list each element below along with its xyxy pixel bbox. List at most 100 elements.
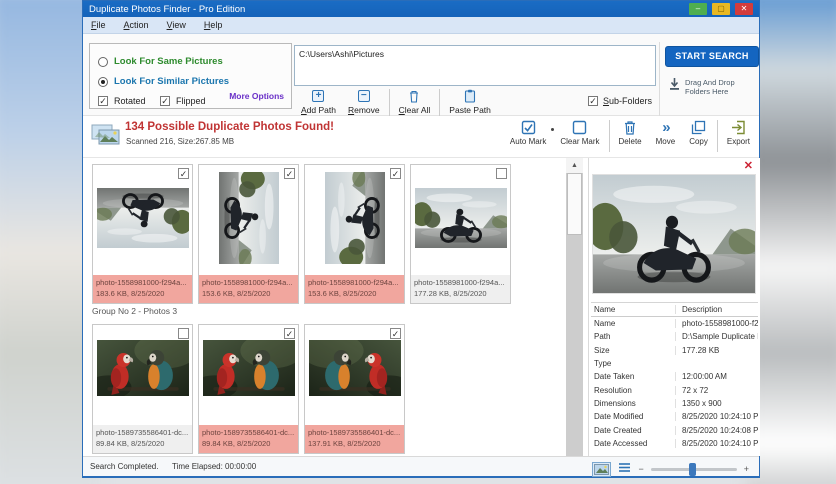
photo-checkbox[interactable] [284,168,295,179]
list-view-icon[interactable] [618,460,631,478]
photo-card[interactable]: photo-1558981000-f294a... 153.6 KB, 8/25… [304,164,405,304]
export-icon [731,119,746,136]
photo-name: photo-1558981000-f294a... [202,278,293,287]
detail-label: Name [594,319,616,329]
detail-label: Date Modified [594,412,644,422]
photo-card[interactable]: photo-1589735586401-dc... 89.84 KB, 8/25… [92,324,193,454]
detail-label: Size [594,345,610,355]
preview-image [592,174,756,294]
start-search-button[interactable]: START SEARCH [665,46,759,67]
status-bar: Search Completed. Time Elapsed: 00:00:00… [83,456,759,478]
path-list-box[interactable]: C:\Users\Ashi\Pictures [294,45,656,86]
menu-help[interactable]: Help [204,20,223,30]
radio-similar-pictures[interactable]: Look For Similar Pictures [98,76,229,87]
radio-icon[interactable] [98,56,108,67]
photo-size: 89.84 KB, 8/25/2020 [96,439,165,448]
clear-all-button[interactable]: Clear All [393,89,437,115]
subfolders-checkbox[interactable]: Sub-Folders [588,96,652,106]
zoom-slider[interactable] [650,462,737,476]
photo-thumb[interactable] [93,165,192,271]
subfolders-label: Sub-Folders [603,96,653,106]
flipped-label: Flipped [176,96,206,106]
zoom-in-icon[interactable]: + [744,464,749,474]
results-subtitle: Scanned 216, Size:267.85 MB [126,137,235,146]
photo-name: photo-1589735586401-dc... [308,428,401,437]
checkbox-icon[interactable] [588,96,598,106]
scrollbar-thumb[interactable] [567,173,582,235]
auto-mark-button[interactable]: Auto Mark [503,119,555,146]
photo-card[interactable]: photo-1589735586401-dc... 137.91 KB, 8/2… [304,324,405,454]
radio-icon-selected[interactable] [98,76,108,87]
photo-thumb[interactable] [305,165,404,271]
photo-checkbox[interactable] [496,168,507,179]
zoom-out-icon[interactable]: − [638,464,643,474]
thumbnail-view-icon[interactable] [592,461,612,477]
details-row: Date Created 8/25/2020 10:24:08 PM [591,423,758,436]
details-row: Date Taken 12:00:00 AM [591,370,758,383]
radio-same-pictures[interactable]: Look For Same Pictures [98,56,223,67]
vertical-scrollbar[interactable]: ▲ [566,158,583,456]
photos-stack-icon [91,123,121,154]
auto-mark-label: Auto Mark [509,137,547,146]
details-header-name: Name [594,305,616,314]
duplicates-list: photo-1558981000-f294a... 183.6 KB, 8/25… [83,158,760,456]
remove-icon: − [357,90,370,102]
checkbox-icon[interactable] [98,96,108,106]
checkbox-rotated[interactable]: Rotated [98,96,146,106]
photo-size: 89.84 KB, 8/25/2020 [202,439,271,448]
close-button[interactable]: ✕ [735,3,753,15]
menu-view[interactable]: View [167,20,186,30]
more-options-link[interactable]: More Options [229,91,284,101]
photo-label: photo-1558981000-f294a... 153.6 KB, 8/25… [305,275,404,303]
minimize-button[interactable]: – [689,3,707,15]
details-row: Path D:\Sample Duplicate Ima... [591,330,758,343]
path-buttons-row: + Add Path − Remove Clear All Paste Path [295,89,497,119]
add-path-label: Add Path [301,105,336,115]
photo-thumb[interactable] [411,165,510,271]
photo-checkbox[interactable] [284,328,295,339]
clear-mark-button[interactable]: Clear Mark [553,119,606,146]
remove-path-button[interactable]: − Remove [342,89,386,115]
menu-file[interactable]: File [91,20,106,30]
paste-path-button[interactable]: Paste Path [443,89,497,115]
photo-checkbox[interactable] [390,168,401,179]
add-path-button[interactable]: + Add Path [295,89,342,115]
options-panel: Look For Same Pictures Look For Similar … [83,34,759,134]
photo-name: photo-1558981000-f294a... [96,278,187,287]
photo-card[interactable]: photo-1558981000-f294a... 153.6 KB, 8/25… [198,164,299,304]
photo-checkbox[interactable] [390,328,401,339]
photo-card[interactable]: photo-1589735586401-dc... 89.84 KB, 8/25… [198,324,299,454]
checkbox-icon[interactable] [160,96,170,106]
detail-label: Date Created [594,425,642,435]
delete-button[interactable]: Delete [612,119,649,146]
menu-action[interactable]: Action [124,20,149,30]
menu-bar: File Action View Help [83,17,759,34]
move-button[interactable]: » Move [649,119,683,147]
maximize-button[interactable]: ▢ [712,3,730,15]
copy-button[interactable]: Copy [682,119,715,146]
photo-card[interactable]: photo-1558981000-f294a... 183.6 KB, 8/25… [92,164,193,304]
export-button[interactable]: Export [720,119,757,146]
photo-checkbox[interactable] [178,168,189,179]
scroll-up-arrow-icon[interactable]: ▲ [566,158,583,173]
export-label: Export [726,137,750,146]
path-value: C:\Users\Ashi\Pictures [299,49,385,59]
photo-thumb[interactable] [199,165,298,271]
results-title: 134 Possible Duplicate Photos Found! [125,121,334,133]
checkbox-flipped[interactable]: Flipped [160,96,206,106]
app-window: Duplicate Photos Finder - Pro Edition – … [82,0,760,478]
close-preview-icon[interactable]: ✕ [744,159,753,172]
rotated-label: Rotated [114,96,146,106]
radio-same-label: Look For Same Pictures [114,56,223,67]
copy-icon [691,119,706,136]
results-toolbar: Auto Mark Clear Mark Delete » Move Copy … [503,119,757,153]
checked-box-icon [521,119,536,136]
zoom-slider-thumb[interactable] [688,462,696,476]
photo-size: 153.6 KB, 8/25/2020 [308,289,377,298]
remove-label: Remove [347,105,380,115]
radio-similar-label: Look For Similar Pictures [114,76,230,87]
details-row: Date Accessed 8/25/2020 10:24:10 PM [591,437,758,450]
photo-checkbox[interactable] [178,328,189,339]
divider [439,89,441,119]
photo-card[interactable]: photo-1558981000-f294a... 177.28 KB, 8/2… [410,164,511,304]
